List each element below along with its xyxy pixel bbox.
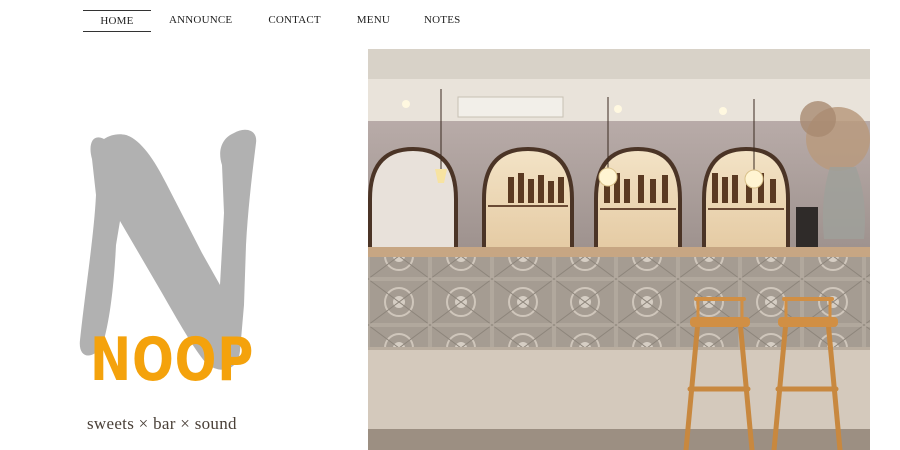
main-nav: HOME ANNOUNCE CONTACT MENU NOTES <box>83 10 460 34</box>
brand-logo[interactable]: NOOP <box>70 125 270 400</box>
nav-announce[interactable]: ANNOUNCE <box>169 10 232 30</box>
bar-interior-illustration <box>368 49 870 450</box>
brand-name: NOOP <box>90 325 255 395</box>
brand-tagline: sweets × bar × sound <box>87 414 237 433</box>
hero-bar-photo <box>368 49 870 450</box>
nav-menu[interactable]: MENU <box>357 10 390 30</box>
nav-home[interactable]: HOME <box>83 10 151 32</box>
nav-notes[interactable]: NOTES <box>424 10 460 30</box>
nav-contact[interactable]: CONTACT <box>268 10 320 30</box>
